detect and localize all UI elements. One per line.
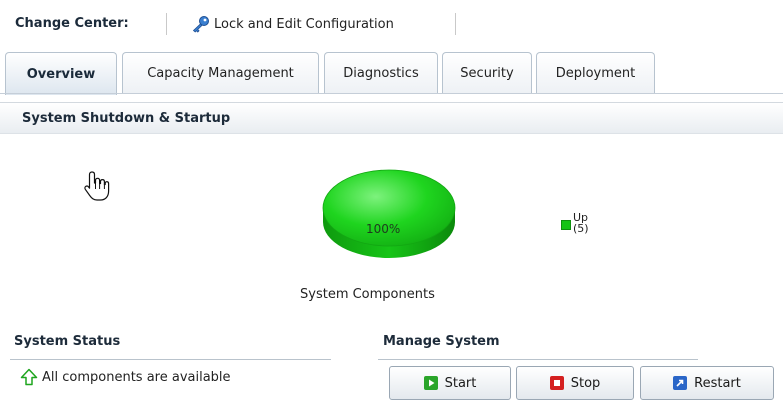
- tab-label: Overview: [26, 66, 96, 82]
- tab-deployment[interactable]: Deployment: [536, 52, 655, 93]
- pie-slice-label: 100%: [366, 222, 401, 236]
- change-center-title: Change Center:: [15, 16, 129, 31]
- manage-system-title: Manage System: [383, 334, 500, 349]
- separator: [455, 13, 456, 35]
- key-icon: [192, 16, 209, 33]
- section-header: System Shutdown & Startup: [0, 102, 783, 134]
- status-text: All components are available: [42, 369, 231, 385]
- tabs-divider: [0, 93, 783, 94]
- chart-caption: System Components: [300, 287, 435, 302]
- manage-system-divider: [378, 359, 698, 360]
- tab-label: Diagnostics: [343, 65, 419, 81]
- tab-diagnostics[interactable]: Diagnostics: [324, 52, 438, 93]
- restart-label: Restart: [694, 375, 741, 391]
- start-button[interactable]: Start: [389, 366, 511, 400]
- system-components-pie-chart: [322, 169, 456, 258]
- restart-icon: [673, 376, 688, 390]
- section-title: System Shutdown & Startup: [22, 111, 231, 126]
- start-label: Start: [444, 375, 477, 391]
- change-center-bar: Change Center: Lock and Edit Configurati…: [0, 0, 783, 44]
- system-status-divider: [10, 359, 331, 360]
- legend-count: (5): [573, 222, 589, 235]
- tab-label: Security: [460, 65, 514, 81]
- system-status-title: System Status: [14, 334, 121, 349]
- tab-security[interactable]: Security: [442, 52, 532, 93]
- stop-icon: [549, 376, 564, 390]
- restart-button[interactable]: Restart: [640, 366, 774, 400]
- tab-bar: Overview Capacity Management Diagnostics…: [0, 52, 783, 95]
- up-arrow-icon: [20, 368, 38, 386]
- lock-and-edit-label: Lock and Edit Configuration: [214, 16, 394, 32]
- stop-label: Stop: [570, 375, 601, 391]
- play-icon: [423, 376, 438, 390]
- lock-and-edit-link[interactable]: Lock and Edit Configuration: [191, 14, 394, 34]
- legend-entry-up: Up (5): [573, 212, 589, 234]
- tab-label: Capacity Management: [147, 65, 294, 81]
- tab-label: Deployment: [555, 65, 636, 81]
- tab-capacity-management[interactable]: Capacity Management: [122, 52, 319, 93]
- system-status-message: All components are available: [20, 368, 231, 386]
- stop-button[interactable]: Stop: [516, 366, 634, 400]
- legend-swatch-up: [561, 220, 571, 230]
- tab-overview[interactable]: Overview: [5, 52, 117, 95]
- separator: [166, 13, 167, 35]
- hand-cursor-icon: [84, 171, 110, 201]
